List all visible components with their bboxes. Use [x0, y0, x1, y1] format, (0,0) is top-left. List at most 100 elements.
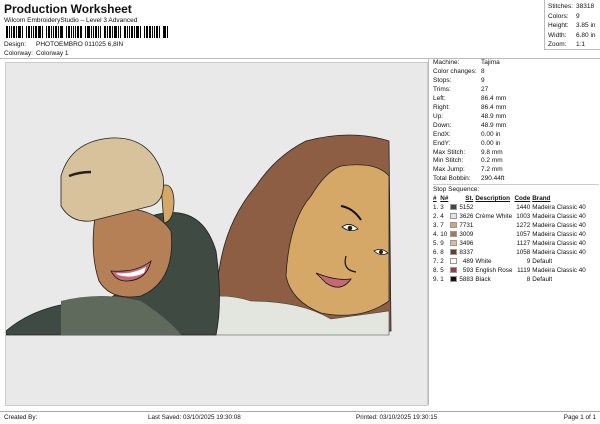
row-index: 4. — [433, 231, 439, 238]
description — [474, 203, 513, 212]
stitches: 5152 — [459, 204, 474, 211]
column-header: Code — [514, 195, 531, 202]
brand: Madeira Classic 40 — [532, 240, 586, 247]
color-swatch-cell — [449, 203, 458, 212]
table-row: 8. 5 593 English Rose 1119 Madeira Classic 40 — [432, 266, 587, 275]
table-row: 6. 8 8337 1058 Madeira Classic 40 — [432, 248, 587, 257]
code: 1127 — [516, 240, 531, 247]
info-value: 86.4 mm — [481, 94, 507, 102]
row-index: 6. — [433, 249, 439, 256]
color-swatch — [450, 276, 458, 283]
row-index: 2. — [433, 213, 439, 220]
description: White — [475, 258, 492, 265]
software-name: Wilcom EmbroideryStudio – Level 3 Advanc… — [4, 17, 138, 24]
info-row: Width: 6.80 in — [548, 31, 600, 41]
brand: Madeira Classic 40 — [532, 267, 586, 274]
info-key: Width: — [548, 31, 567, 39]
info-key: Max Stitch: — [433, 148, 466, 156]
column-header: Brand — [532, 195, 551, 202]
color-swatch-cell — [449, 275, 458, 284]
row-index: 9. — [433, 276, 439, 283]
printed: Printed: 03/10/2025 19:30:15 — [356, 414, 438, 421]
table-row: 4. 10 3009 1057 Madeira Classic 40 — [432, 230, 587, 239]
info-row: Up: 48.9 mm — [433, 113, 506, 122]
info-row: EndY: 0.00 in — [433, 140, 506, 149]
info-value: 0.2 mm — [481, 157, 503, 165]
needle: 7 — [440, 222, 444, 229]
column-header: St. — [465, 195, 474, 202]
info-key: Colors: — [548, 12, 569, 20]
color-swatch-cell — [449, 239, 458, 248]
info-key: Stitches: — [548, 3, 573, 10]
info-value: 6.80 in — [576, 31, 596, 39]
page-title: Production Worksheet — [4, 2, 132, 16]
info-value: 86.4 mm — [481, 103, 507, 111]
description — [474, 239, 513, 248]
color-swatch-cell — [449, 221, 458, 230]
info-row: Zoom: 1:1 — [548, 40, 600, 50]
needle: 10 — [440, 231, 448, 238]
info-key: Left: — [433, 94, 446, 102]
color-swatch — [450, 222, 458, 229]
summary-box: Stitches: 38318 Colors: 9 Height: 3.85 in Widt… — [544, 0, 600, 50]
brand: Madeira Classic 40 — [532, 213, 586, 220]
info-row: Left: 86.4 mm — [433, 95, 506, 104]
table-row: 3. 7 7731 1272 Madeira Classic 40 — [432, 221, 587, 230]
description — [474, 230, 513, 239]
description: Black — [475, 276, 491, 283]
footer: Created By: Last Saved: 03/10/2025 19:30… — [0, 411, 600, 424]
info-key: Trims: — [433, 85, 451, 93]
table-row: 9. 1 5883 Black 8 Default — [432, 275, 587, 284]
color-swatch — [450, 213, 458, 220]
code: 1058 — [516, 249, 531, 256]
info-value: 38318 — [576, 3, 595, 10]
info-row: Min Stitch: 0.2 mm — [433, 157, 506, 166]
info-value: 7.2 mm — [481, 166, 503, 174]
info-row: Down: 48.9 mm — [433, 122, 506, 131]
stitches: 8337 — [459, 249, 474, 256]
code: 9 — [526, 258, 531, 265]
colorway-value: Colorway 1 — [36, 50, 69, 57]
design-value: PHOTOEMBRO 011025 6,8IN — [36, 41, 124, 48]
info-row: Height: 3.85 in — [548, 21, 600, 31]
row-index: 1. — [433, 204, 439, 211]
code: 1440 — [516, 204, 531, 211]
stitches: 489 — [462, 258, 474, 265]
info-value: 9 — [481, 76, 485, 84]
stitches: 3009 — [459, 231, 474, 238]
needle: 8 — [440, 249, 444, 256]
info-key: Machine: — [433, 59, 460, 66]
colorway-label: Colorway: — [4, 50, 33, 57]
brand: Default — [532, 276, 553, 283]
info-value: 27 — [481, 85, 489, 93]
info-panel: Machine: Tajima Color changes: 8 Stops: 9 Trim… — [428, 59, 600, 405]
info-row: Colors: 9 — [548, 12, 600, 22]
info-value: 1:1 — [576, 41, 586, 48]
info-value: 48.9 mm — [481, 112, 507, 120]
stitches: 593 — [462, 267, 474, 274]
info-value: 48.9 mm — [481, 121, 507, 129]
info-value: 3.85 in — [576, 22, 596, 29]
code: 1057 — [516, 231, 531, 238]
info-key: Right: — [433, 103, 450, 111]
info-row: EndX: 0.00 in — [433, 131, 506, 140]
info-row: Right: 86.4 mm — [433, 104, 506, 113]
color-swatch — [450, 240, 458, 247]
colorway-row: Colorway: Colorway 1 — [4, 50, 69, 57]
row-index: 8. — [433, 267, 439, 274]
info-key: Up: — [433, 112, 444, 120]
stitches: 3496 — [459, 240, 474, 247]
info-value: 9.8 mm — [481, 148, 503, 156]
table-row: 7. 2 489 White 9 Default — [432, 257, 587, 266]
design-row: Design: PHOTOEMBRO 011025 6,8IN — [4, 41, 123, 48]
info-key: Min Stitch: — [433, 157, 464, 165]
design-preview — [5, 62, 428, 406]
info-key: Height: — [548, 22, 569, 29]
color-swatch — [450, 204, 458, 211]
color-swatch-cell — [449, 266, 458, 275]
brand: Madeira Classic 40 — [532, 222, 586, 229]
last-saved: Last Saved: 03/10/2025 19:30:08 — [148, 414, 241, 421]
needle: 2 — [440, 258, 444, 265]
table-row: 1. 3 5152 1440 Madeira Classic 40 — [432, 203, 587, 212]
info-key: Zoom: — [548, 41, 567, 48]
